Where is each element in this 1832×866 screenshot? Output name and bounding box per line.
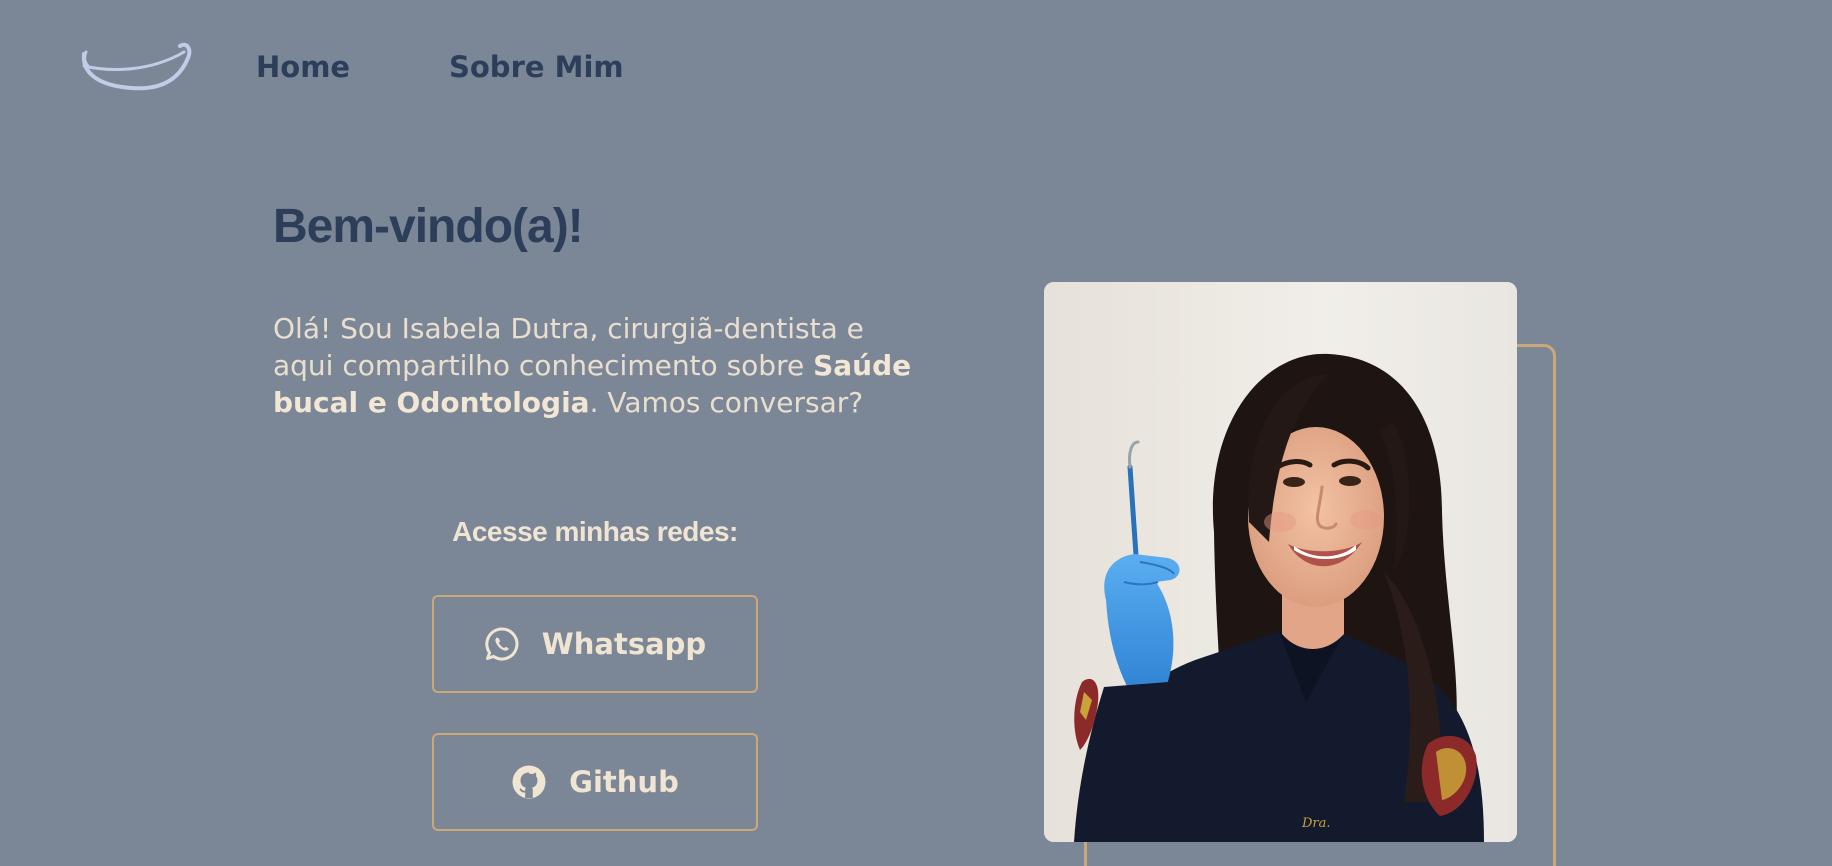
networks-heading: Acesse minhas redes: [452, 516, 738, 547]
github-icon [511, 764, 547, 800]
github-label: Github [569, 765, 679, 799]
whatsapp-label: Whatsapp [541, 627, 707, 661]
logo-smile-icon[interactable] [80, 38, 196, 102]
page-title: Bem-vindo(a)! [273, 200, 584, 253]
intro-text-end: . Vamos conversar? [589, 386, 864, 419]
intro-text-start: Olá! Sou Isabela Dutra, cirurgiã-dentist… [273, 312, 864, 382]
intro-paragraph: Olá! Sou Isabela Dutra, cirurgiã-dentist… [273, 310, 933, 421]
whatsapp-icon [484, 626, 520, 662]
github-button[interactable]: Github [432, 733, 758, 831]
page: Home Sobre Mim Bem-vindo(a)! Olá! Sou Is… [0, 0, 1832, 866]
whatsapp-button[interactable]: Whatsapp [432, 595, 758, 693]
profile-photo: Dra. [1044, 282, 1517, 842]
nav-home-link[interactable]: Home [256, 50, 350, 84]
svg-text:Dra.: Dra. [1301, 816, 1331, 831]
nav-about-link[interactable]: Sobre Mim [449, 50, 624, 84]
